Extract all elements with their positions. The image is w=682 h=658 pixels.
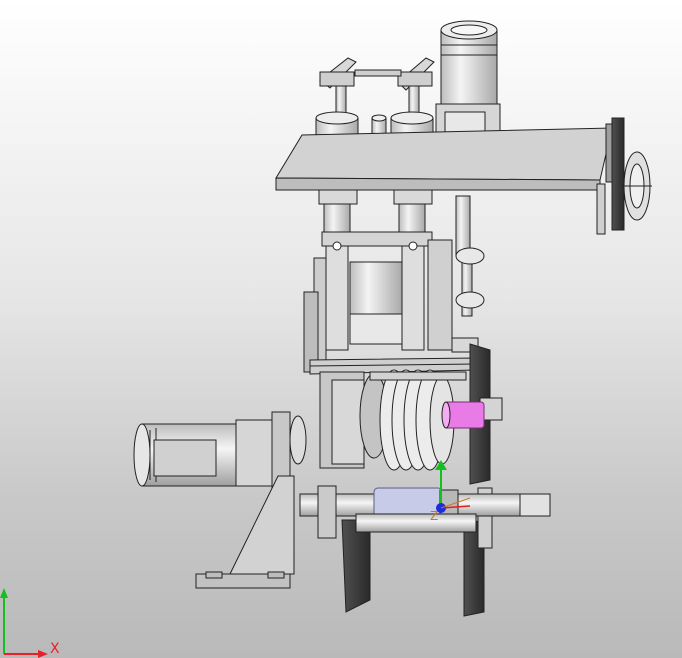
left-bracket [195, 475, 295, 589]
lower-shaft [299, 485, 551, 539]
pink-shaft [441, 401, 485, 429]
graphics-viewport[interactable]: X Z [0, 0, 682, 658]
cad-3d-model[interactable] [0, 0, 682, 658]
coordinate-triad [0, 588, 48, 658]
top-clamp-bars [319, 57, 435, 117]
x-axis-label: X [50, 641, 60, 657]
origin-z-label: Z [430, 509, 439, 523]
middle-frame [303, 231, 485, 373]
